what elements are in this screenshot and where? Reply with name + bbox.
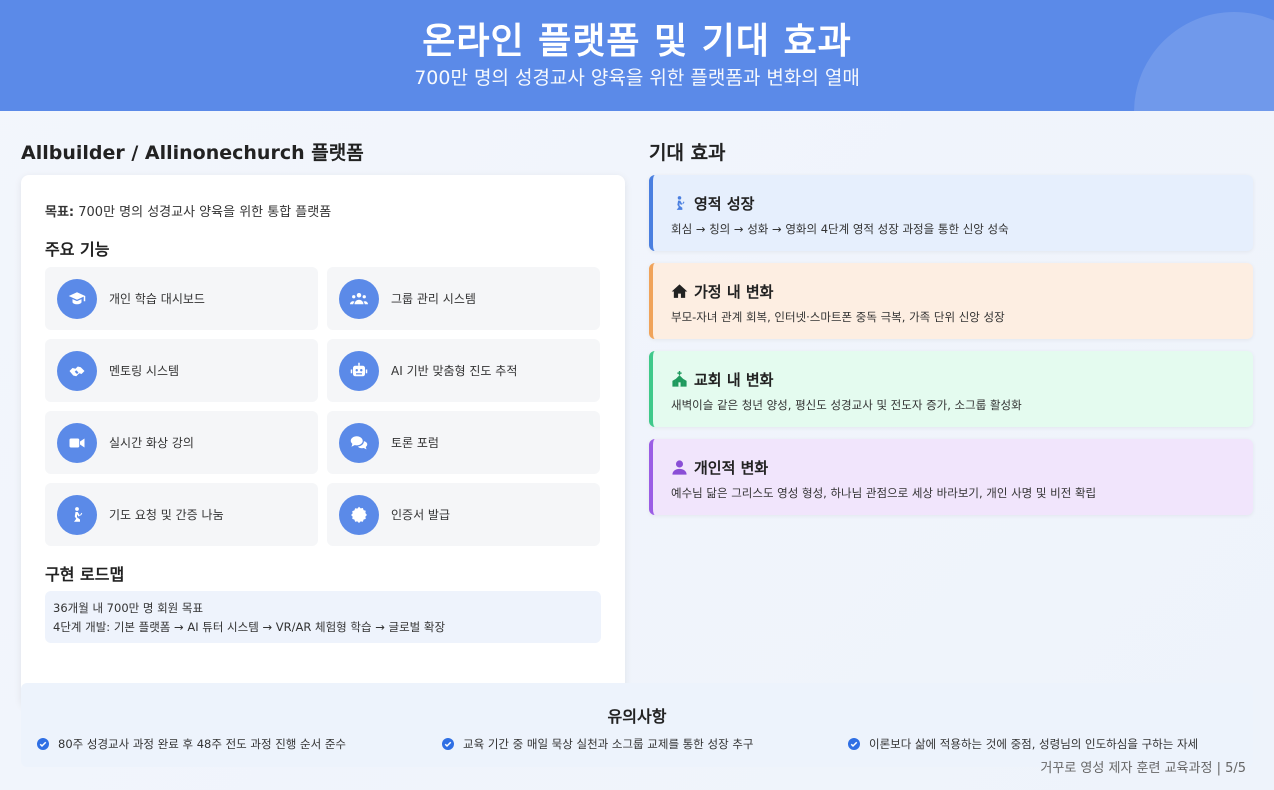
notice-item-text: 80주 성경교사 과정 완료 후 48주 전도 과정 진행 순서 준수: [58, 737, 346, 751]
feature-label: 멘토링 시스템: [109, 364, 180, 378]
effect-spiritual-growth: 영적 성장 회심 → 칭의 → 성화 → 영화의 4단계 영적 성장 과정을 통…: [649, 175, 1253, 251]
robot-icon: [339, 351, 379, 391]
platform-section-title: Allbuilder / Allinonechurch 플랫폼: [21, 142, 364, 164]
feature-ai-progress: AI 기반 맞춤형 진도 추적: [327, 339, 600, 402]
effect-title-text: 영적 성장: [694, 195, 755, 213]
praying-icon: [57, 495, 97, 535]
goal-text: 700만 명의 성경교사 양육을 위한 통합 플랫폼: [74, 205, 332, 220]
notice-item-text: 이론보다 삶에 적용하는 것에 중점, 성령님의 인도하심을 구하는 자세: [869, 737, 1199, 751]
church-icon: [672, 371, 687, 387]
goal-label: 목표:: [45, 205, 75, 220]
roadmap-line: 36개월 내 700만 명 회원 목표: [53, 601, 204, 615]
users-icon: [339, 279, 379, 319]
page-title: 온라인 플랫폼 및 기대 효과: [422, 21, 852, 62]
feature-label: 실시간 화상 강의: [109, 436, 194, 450]
feature-label: 기도 요청 및 간증 나눔: [109, 508, 224, 522]
notice-item: 80주 성경교사 과정 완료 후 48주 전도 과정 진행 순서 준수: [37, 736, 346, 752]
feature-group-management: 그룹 관리 시스템: [327, 267, 600, 330]
notice-item: 교육 기간 중 매일 묵상 실천과 소그룹 교제를 통한 성장 추구: [442, 736, 753, 752]
platform-goal: 목표: 700만 명의 성경교사 양육을 위한 통합 플랫폼: [45, 201, 331, 220]
feature-label: 그룹 관리 시스템: [391, 292, 476, 306]
certificate-icon: [339, 495, 379, 535]
effect-title: 개인적 변화: [671, 457, 768, 478]
notice-panel: 유의사항 80주 성경교사 과정 완료 후 48주 전도 과정 진행 순서 준수…: [21, 683, 1253, 767]
feature-prayer-sharing: 기도 요청 및 간증 나눔: [45, 483, 318, 546]
feature-mentoring: 멘토링 시스템: [45, 339, 318, 402]
effect-desc: 새벽이슬 같은 청년 양성, 평신도 성경교사 및 전도자 증가, 소그룹 활성…: [671, 398, 1022, 412]
effect-desc: 회심 → 칭의 → 성화 → 영화의 4단계 영적 성장 과정을 통한 신앙 성…: [671, 222, 1009, 236]
effect-title-text: 가정 내 변화: [694, 283, 774, 301]
feature-certificate: 인증서 발급: [327, 483, 600, 546]
page-footer: 거꾸로 영성 제자 훈련 교육과정 | 5/5: [1040, 761, 1246, 776]
user-icon: [672, 460, 687, 475]
roadmap-line: 4단계 개발: 기본 플랫폼 → AI 튜터 시스템 → VR/AR 체험형 학…: [53, 620, 446, 634]
feature-learning-dashboard: 개인 학습 대시보드: [45, 267, 318, 330]
feature-label: 토론 포럼: [391, 436, 439, 450]
feature-video-lecture: 실시간 화상 강의: [45, 411, 318, 474]
effect-title: 교회 내 변화: [671, 369, 773, 390]
feature-label: 개인 학습 대시보드: [109, 292, 205, 306]
page-header: 온라인 플랫폼 및 기대 효과 700만 명의 성경교사 양육을 위한 플랫폼과…: [0, 0, 1274, 111]
effect-title: 가정 내 변화: [671, 281, 773, 302]
effect-family-change: 가정 내 변화 부모-자녀 관계 회복, 인터넷·스마트폰 중독 극복, 가족 …: [649, 263, 1253, 339]
notice-item: 이론보다 삶에 적용하는 것에 중점, 성령님의 인도하심을 구하는 자세: [848, 736, 1198, 752]
page-subtitle: 700만 명의 성경교사 양육을 위한 플랫폼과 변화의 열매: [414, 67, 860, 89]
roadmap-box: 36개월 내 700만 명 회원 목표 4단계 개발: 기본 플랫폼 → AI …: [45, 591, 601, 643]
effect-personal-change: 개인적 변화 예수님 닮은 그리스도 영성 형성, 하나님 관점으로 세상 바라…: [649, 439, 1253, 515]
video-icon: [57, 423, 97, 463]
roadmap-title: 구현 로드맵: [45, 565, 125, 584]
effect-desc: 부모-자녀 관계 회복, 인터넷·스마트폰 중독 극복, 가족 단위 신앙 성장: [671, 310, 1005, 324]
check-circle-icon: [848, 738, 860, 750]
platform-card: 목표: 700만 명의 성경교사 양육을 위한 통합 플랫폼 주요 기능 개인 …: [21, 175, 625, 706]
praying-icon: [676, 196, 685, 210]
feature-label: AI 기반 맞춤형 진도 추적: [391, 364, 518, 378]
notice-title: 유의사항: [607, 707, 667, 726]
home-icon: [671, 284, 688, 298]
handshake-icon: [57, 351, 97, 391]
effect-title-text: 개인적 변화: [694, 459, 769, 477]
feature-discussion-forum: 토론 포럼: [327, 411, 600, 474]
effect-church-change: 교회 내 변화 새벽이슬 같은 청년 양성, 평신도 성경교사 및 전도자 증가…: [649, 351, 1253, 427]
notice-item-text: 교육 기간 중 매일 묵상 실천과 소그룹 교제를 통한 성장 추구: [463, 737, 754, 751]
effects-section-title: 기대 효과: [649, 142, 726, 164]
effect-desc: 예수님 닮은 그리스도 영성 형성, 하나님 관점으로 세상 바라보기, 개인 …: [671, 486, 1097, 500]
check-circle-icon: [442, 738, 454, 750]
features-title: 주요 기능: [45, 240, 110, 259]
graduate-icon: [57, 279, 97, 319]
comments-icon: [339, 423, 379, 463]
effect-title: 영적 성장: [671, 193, 754, 214]
check-circle-icon: [37, 738, 49, 750]
feature-label: 인증서 발급: [391, 508, 451, 522]
effect-title-text: 교회 내 변화: [694, 371, 774, 389]
